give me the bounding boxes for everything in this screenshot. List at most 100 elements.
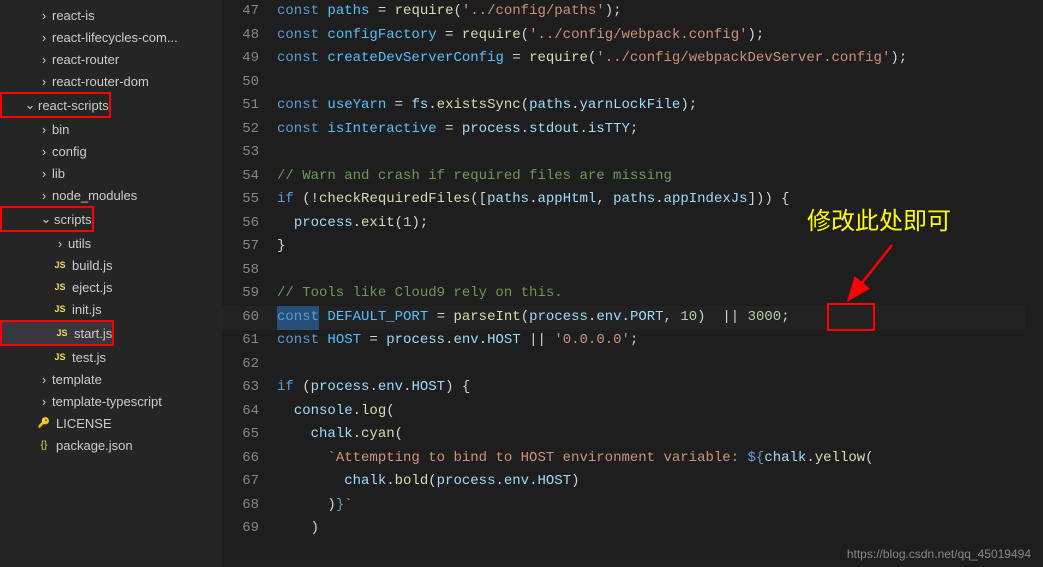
code-line[interactable] xyxy=(277,141,1043,165)
code-line[interactable]: // Tools like Cloud9 rely on this. xyxy=(277,282,1043,306)
line-number: 57 xyxy=(222,235,259,259)
folder-react-scripts[interactable]: ⌄react-scripts xyxy=(2,94,109,116)
file-explorer-sidebar[interactable]: ›react-is›react-lifecycles-com...›react-… xyxy=(0,0,222,567)
chevron-down-icon: ⌄ xyxy=(22,97,38,113)
js-file-icon: JS xyxy=(54,325,70,341)
code-line[interactable]: console.log( xyxy=(277,400,1043,424)
chevron-right-icon: › xyxy=(36,8,52,23)
folder-utils[interactable]: ›utils xyxy=(0,232,222,254)
tree-item-label: react-router xyxy=(52,52,119,67)
code-content[interactable]: const paths = require('../config/paths')… xyxy=(277,0,1043,567)
js-file-icon: JS xyxy=(52,257,68,273)
tree-item-label: LICENSE xyxy=(56,416,112,431)
line-number-gutter: 4748495051525354555657585960616263646566… xyxy=(222,0,277,567)
code-line[interactable]: `Attempting to bind to HOST environment … xyxy=(277,447,1043,471)
folder-lib[interactable]: ›lib xyxy=(0,162,222,184)
file-test-js[interactable]: JS test.js xyxy=(0,346,222,368)
chevron-right-icon: › xyxy=(36,188,52,203)
folder-react-router[interactable]: ›react-router xyxy=(0,48,222,70)
tree-item-label: react-scripts xyxy=(38,98,109,113)
code-line[interactable] xyxy=(277,353,1043,377)
chevron-down-icon: ⌄ xyxy=(38,211,54,227)
code-line[interactable]: const createDevServerConfig = require('.… xyxy=(277,47,1043,71)
code-line[interactable]: const paths = require('../config/paths')… xyxy=(277,0,1043,24)
code-line[interactable] xyxy=(277,71,1043,95)
chevron-right-icon: › xyxy=(36,30,52,45)
code-line[interactable]: const isInteractive = process.stdout.isT… xyxy=(277,118,1043,142)
json-file-icon: {} xyxy=(36,437,52,453)
code-line[interactable]: const configFactory = require('../config… xyxy=(277,24,1043,48)
code-line[interactable] xyxy=(277,259,1043,283)
tree-item-label: scripts xyxy=(54,212,92,227)
code-line[interactable]: } xyxy=(277,235,1043,259)
tree-item-label: utils xyxy=(68,236,91,251)
chevron-right-icon: › xyxy=(36,122,52,137)
chevron-right-icon: › xyxy=(36,166,52,181)
line-number: 61 xyxy=(222,329,259,353)
line-number: 54 xyxy=(222,165,259,189)
js-file-icon: JS xyxy=(52,349,68,365)
code-line[interactable]: )}` xyxy=(277,494,1043,518)
js-file-icon: JS xyxy=(52,279,68,295)
line-number: 65 xyxy=(222,423,259,447)
tree-item-label: test.js xyxy=(72,350,106,365)
file-build-js[interactable]: JS build.js xyxy=(0,254,222,276)
file-package-json[interactable]: {} package.json xyxy=(0,434,222,456)
code-line[interactable]: const useYarn = fs.existsSync(paths.yarn… xyxy=(277,94,1043,118)
file-eject-js[interactable]: JSeject.js xyxy=(0,276,222,298)
watermark-text: https://blog.csdn.net/qq_45019494 xyxy=(847,547,1031,561)
tree-item-label: react-is xyxy=(52,8,95,23)
tree-item-label: build.js xyxy=(72,258,112,273)
folder-config[interactable]: ›config xyxy=(0,140,222,162)
code-line[interactable]: const DEFAULT_PORT = parseInt(process.en… xyxy=(277,306,1043,330)
line-number: 52 xyxy=(222,118,259,142)
line-number: 48 xyxy=(222,24,259,48)
editor-scrollbar[interactable] xyxy=(1025,0,1043,567)
line-number: 67 xyxy=(222,470,259,494)
line-number: 68 xyxy=(222,494,259,518)
chevron-right-icon: › xyxy=(36,52,52,67)
folder-template-typescript[interactable]: ›template-typescript xyxy=(0,390,222,412)
folder-scripts[interactable]: ⌄scripts xyxy=(2,208,92,230)
code-line[interactable]: chalk.cyan( xyxy=(277,423,1043,447)
line-number: 53 xyxy=(222,141,259,165)
line-number: 49 xyxy=(222,47,259,71)
annotation-arrow xyxy=(832,240,912,310)
line-number: 59 xyxy=(222,282,259,306)
folder-react-lifecycles-com---[interactable]: ›react-lifecycles-com... xyxy=(0,26,222,48)
code-line[interactable]: chalk.bold(process.env.HOST) xyxy=(277,470,1043,494)
code-editor[interactable]: 4748495051525354555657585960616263646566… xyxy=(222,0,1043,567)
line-number: 47 xyxy=(222,0,259,24)
folder-bin[interactable]: ›bin xyxy=(0,118,222,140)
line-number: 64 xyxy=(222,400,259,424)
chevron-right-icon: › xyxy=(52,236,68,251)
line-number: 62 xyxy=(222,353,259,377)
line-number: 50 xyxy=(222,71,259,95)
tree-item-label: init.js xyxy=(72,302,102,317)
chevron-right-icon: › xyxy=(36,144,52,159)
tree-item-label: node_modules xyxy=(52,188,137,203)
line-number: 56 xyxy=(222,212,259,236)
tree-item-label: template-typescript xyxy=(52,394,162,409)
file-start-js[interactable]: JSstart.js xyxy=(2,322,112,344)
js-file-icon: JS xyxy=(52,301,68,317)
code-line[interactable]: if (process.env.HOST) { xyxy=(277,376,1043,400)
code-line[interactable]: const HOST = process.env.HOST || '0.0.0.… xyxy=(277,329,1043,353)
annotation-label: 修改此处即可 xyxy=(807,210,951,234)
file-license[interactable]: 🔑LICENSE xyxy=(0,412,222,434)
tree-item-label: bin xyxy=(52,122,69,137)
folder-react-router-dom[interactable]: ›react-router-dom xyxy=(0,70,222,92)
tree-item-label: react-lifecycles-com... xyxy=(52,30,178,45)
chevron-right-icon: › xyxy=(36,74,52,89)
chevron-right-icon: › xyxy=(36,372,52,387)
tree-item-label: react-router-dom xyxy=(52,74,149,89)
code-line[interactable]: // Warn and crash if required files are … xyxy=(277,165,1043,189)
folder-node-modules[interactable]: ›node_modules xyxy=(0,184,222,206)
tree-item-label: package.json xyxy=(56,438,133,453)
file-init-js[interactable]: JS init.js xyxy=(0,298,222,320)
code-line[interactable]: ) xyxy=(277,517,1043,541)
line-number: 58 xyxy=(222,259,259,283)
folder-template[interactable]: ›template xyxy=(0,368,222,390)
tree-item-label: template xyxy=(52,372,102,387)
folder-react-is[interactable]: ›react-is xyxy=(0,4,222,26)
